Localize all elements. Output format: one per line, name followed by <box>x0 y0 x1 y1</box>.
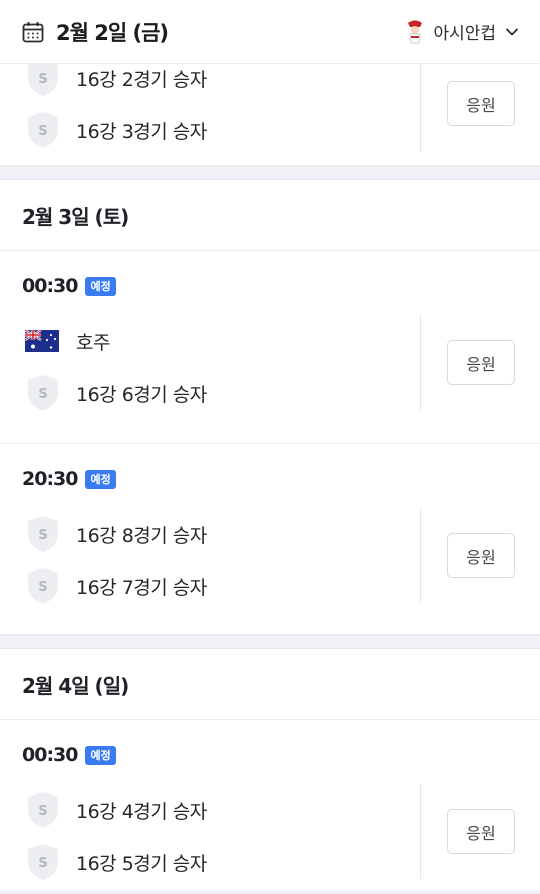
team-name: 호주 <box>76 331 110 354</box>
svg-text:S: S <box>38 72 47 87</box>
status-badge: 예정 <box>85 276 116 296</box>
match-card: 00:30 예정 S 16강 4경기 승자 S 16강 5경기 승자 응원 <box>0 720 540 890</box>
match-time: 20:30 <box>22 468 78 490</box>
team-name: 16강 6경기 승자 <box>76 383 207 406</box>
team-name: 16강 7경기 승자 <box>76 576 207 599</box>
bottom-fade <box>0 888 540 894</box>
cheer-button[interactable]: 응원 <box>447 809 515 854</box>
day-header: 2월 3일 (토) <box>0 180 540 251</box>
team-name: 16강 5경기 승자 <box>76 852 207 875</box>
placeholder-shield-icon: S <box>25 842 61 882</box>
team-name: 16강 3경기 승자 <box>76 120 207 143</box>
status-badge: 예정 <box>85 745 116 765</box>
cheer-button[interactable]: 응원 <box>447 81 515 126</box>
match-time: 00:30 <box>22 275 78 297</box>
placeholder-shield-icon: S <box>25 373 61 413</box>
chevron-down-icon <box>504 24 520 40</box>
placeholder-shield-icon: S <box>25 566 61 606</box>
australia-flag-icon <box>25 321 61 361</box>
status-badge: 예정 <box>85 469 116 489</box>
placeholder-shield-icon: S <box>25 110 61 150</box>
cheer-button[interactable]: 응원 <box>447 340 515 385</box>
league-name: 아시안컵 <box>433 24 496 44</box>
section-gap <box>0 166 540 180</box>
asian-cup-mascot-icon <box>405 19 425 45</box>
match-card: 20:30 예정 S 16강 8경기 승자 S 16강 7경기 승자 응원 <box>0 444 540 635</box>
placeholder-shield-icon: S <box>25 58 61 98</box>
placeholder-shield-icon: S <box>25 514 61 554</box>
match-time-row: 00:30 예정 <box>0 740 540 770</box>
match-time-row: 20:30 예정 <box>0 464 540 494</box>
divider <box>420 52 421 152</box>
svg-text:S: S <box>38 804 47 819</box>
team-name: 16강 8경기 승자 <box>76 524 207 547</box>
match-time-row: 00:30 예정 <box>0 271 540 301</box>
match-teams: S 16강 8경기 승자 S 16강 7경기 승자 응원 <box>0 508 540 612</box>
league-selector[interactable]: 아시안컵 <box>405 19 520 45</box>
svg-text:S: S <box>38 580 47 595</box>
match-card: 00:30 예정 호주 S 16강 6경기 승자 응원 <box>0 251 540 444</box>
svg-text:S: S <box>38 528 47 543</box>
selected-date[interactable]: 2월 2일 (금) <box>56 17 169 47</box>
section-gap <box>0 635 540 649</box>
placeholder-shield-icon: S <box>25 790 61 830</box>
svg-text:S: S <box>38 387 47 402</box>
cheer-button[interactable]: 응원 <box>447 533 515 578</box>
schedule-header: 2월 2일 (금) 아시안컵 <box>0 0 540 64</box>
match-time: 00:30 <box>22 744 78 766</box>
calendar-icon[interactable] <box>22 20 46 44</box>
match-teams: 호주 S 16강 6경기 승자 응원 <box>0 315 540 419</box>
schedule-list: S 16강 2경기 승자 S 16강 3경기 승자 응원 2월 3일 (토) 0… <box>0 52 540 890</box>
svg-text:S: S <box>38 124 47 139</box>
divider <box>420 508 421 603</box>
divider <box>420 315 421 410</box>
svg-text:S: S <box>38 856 47 871</box>
team-name: 16강 2경기 승자 <box>76 68 207 91</box>
team-name: 16강 4경기 승자 <box>76 800 207 823</box>
divider <box>420 784 421 879</box>
match-card: S 16강 2경기 승자 S 16강 3경기 승자 응원 <box>0 52 540 166</box>
day-header: 2월 4일 (일) <box>0 649 540 720</box>
match-teams: S 16강 4경기 승자 S 16강 5경기 승자 응원 <box>0 784 540 888</box>
